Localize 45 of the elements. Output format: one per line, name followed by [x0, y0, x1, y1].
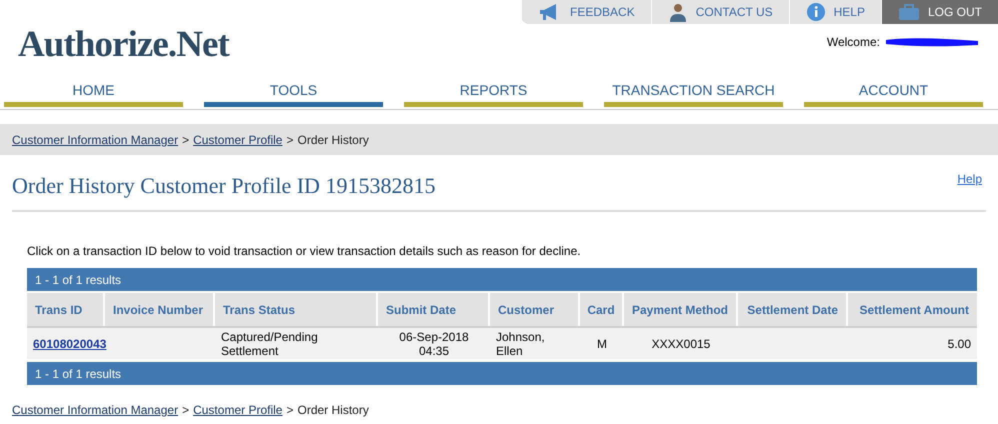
person-icon	[668, 2, 688, 22]
column-header: Trans Status	[215, 293, 378, 326]
column-header: Settlement Date	[738, 293, 848, 326]
transaction-id-link[interactable]: 60108020043	[33, 336, 106, 350]
breadcrumb-separator: >	[286, 132, 294, 148]
briefcase-icon	[898, 3, 920, 21]
breadcrumb-link[interactable]: Customer Profile	[193, 130, 282, 148]
top-link[interactable]: CONTACT US	[650, 0, 789, 24]
page-title: Order History Customer Profile ID 1915382815	[12, 172, 436, 200]
column-header: Settlement Amount	[858, 302, 970, 318]
table-cell: Captured/Pending Settlement	[221, 330, 318, 358]
results-count-bar: 1 - 1 of 1 results	[27, 268, 977, 291]
breadcrumb-link[interactable]: Customer Profile	[193, 401, 282, 419]
column-header: Invoice Number	[105, 293, 215, 326]
nav-tab[interactable]: TRANSACTION SEARCH	[604, 76, 783, 107]
breadcrumb-current: Order History	[297, 132, 369, 148]
results-count-bar: 1 - 1 of 1 results	[27, 362, 977, 385]
breadcrumb-current: Order History	[297, 402, 369, 419]
column-header: Trans ID	[27, 293, 105, 326]
instruction-text: Click on a transaction ID below to void transaction or view transaction details such as reason for decline.	[27, 243, 582, 260]
breadcrumb-link[interactable]: Customer Information Manager	[12, 130, 178, 148]
top-link[interactable]: FEEDBACK	[521, 0, 651, 24]
table-cell: 06-Sep-2018 04:35	[399, 330, 469, 358]
top-link[interactable]: HELP	[788, 0, 881, 24]
logout-link[interactable]: LOG OUT	[880, 0, 998, 24]
breadcrumb-separator: >	[286, 402, 294, 419]
column-header: Payment Method	[624, 293, 738, 326]
nav-tab[interactable]: HOME	[4, 76, 183, 107]
breadcrumb-separator: >	[182, 132, 190, 148]
info-icon	[806, 2, 826, 22]
table-cell: Johnson, Ellen	[496, 330, 545, 358]
breadcrumb-link[interactable]: Customer Information Manager	[12, 401, 178, 419]
help-link[interactable]: Help	[957, 170, 982, 188]
column-header: Customer	[490, 293, 580, 326]
breadcrumb-separator: >	[182, 402, 190, 419]
table-cell: M	[597, 336, 607, 350]
table-cell: XXXX0015	[652, 336, 710, 350]
table-cell: 5.00	[948, 336, 971, 350]
welcome-label: Welcome:	[826, 34, 880, 51]
nav-tab[interactable]: ACCOUNT	[804, 76, 983, 107]
nav-tab[interactable]: TOOLS	[204, 76, 383, 107]
column-header: Card	[580, 293, 624, 326]
nav-tab[interactable]: REPORTS	[404, 76, 583, 107]
column-header: Submit Date	[378, 293, 490, 326]
logo: Authorize.Net	[18, 26, 229, 63]
